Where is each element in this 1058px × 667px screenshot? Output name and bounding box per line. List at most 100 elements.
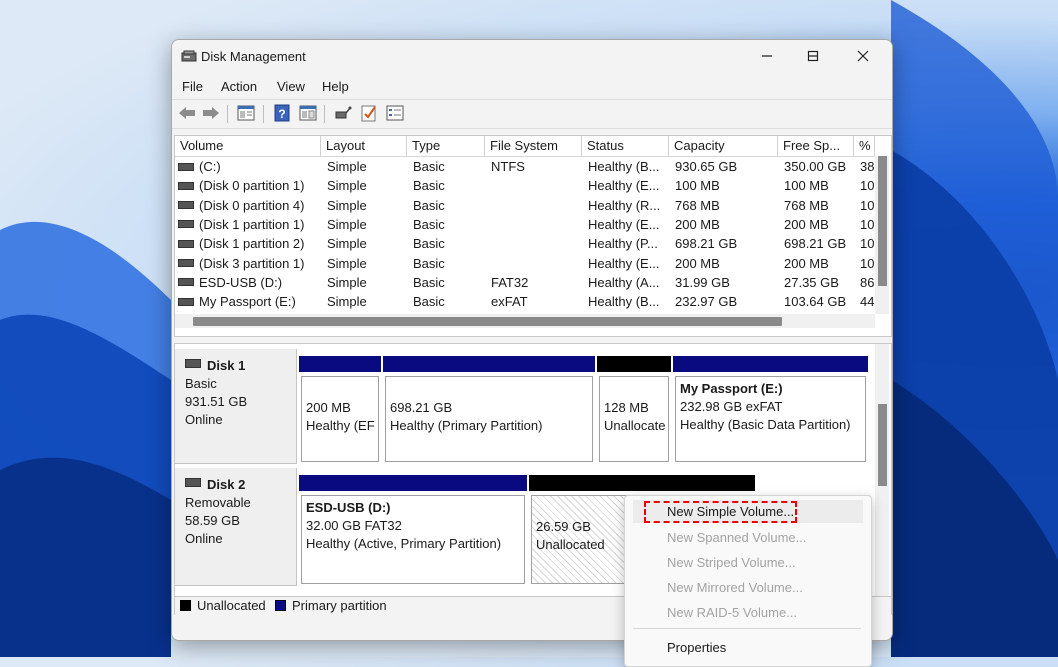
volume-row[interactable]: (Disk 1 partition 2) Simple Basic Healthy (… bbox=[175, 234, 875, 253]
cell-layout: Simple bbox=[327, 255, 367, 271]
menu-file[interactable]: File bbox=[182, 79, 203, 94]
disk-name: Disk 1 bbox=[207, 358, 246, 373]
properties-button[interactable] bbox=[298, 104, 318, 122]
volume-list-vertical-scrollbar[interactable] bbox=[875, 156, 889, 314]
volume-icon bbox=[178, 239, 194, 248]
volume-row[interactable]: (Disk 3 partition 1) Simple Basic Healthy (… bbox=[175, 254, 875, 273]
cell-volume: (Disk 1 partition 2) bbox=[175, 234, 321, 253]
cell-type: Basic bbox=[413, 197, 445, 213]
connect-button[interactable] bbox=[333, 104, 353, 122]
menu-new-striped-volume[interactable]: New Striped Volume... bbox=[633, 551, 863, 574]
volume-list: Volume Layout Type File System Status Ca… bbox=[174, 135, 892, 337]
cell-capacity: 31.99 GB bbox=[675, 274, 730, 290]
minimize-button-alt[interactable] bbox=[744, 40, 790, 72]
cell-free: 103.64 GB bbox=[784, 294, 847, 310]
cell-fs bbox=[488, 196, 583, 215]
volume-row[interactable]: (Disk 1 partition 1) Simple Basic Healthy (… bbox=[175, 215, 875, 234]
cell-free: 100 MB bbox=[784, 178, 829, 194]
volume-name: ESD-USB (D:) bbox=[199, 274, 283, 290]
cell-volume: (Disk 0 partition 1) bbox=[175, 176, 321, 195]
scrollbar-thumb[interactable] bbox=[193, 317, 782, 326]
volume-row[interactable]: (C:) Simple Basic NTFS Healthy (B... 930.65 G… bbox=[175, 157, 875, 176]
legend-swatch-primary bbox=[275, 600, 286, 611]
volume-name: My Passport (E:) bbox=[199, 294, 296, 310]
column-header-volume[interactable]: Volume bbox=[175, 136, 321, 156]
settings-list-button[interactable] bbox=[385, 104, 405, 122]
back-button[interactable] bbox=[177, 104, 197, 122]
cell-pct: 10 bbox=[860, 255, 875, 271]
volume-row[interactable]: ESD-USB (D:) Simple Basic FAT32 Healthy (A..… bbox=[175, 273, 875, 292]
cell-capacity: 100 MB bbox=[675, 178, 720, 194]
column-header-capacity[interactable]: Capacity bbox=[669, 136, 778, 156]
column-header-layout[interactable]: Layout bbox=[321, 136, 407, 156]
partition-bar bbox=[529, 475, 755, 491]
forward-button[interactable] bbox=[201, 104, 221, 122]
volume-name: (Disk 0 partition 1) bbox=[199, 178, 305, 194]
scrollbar-thumb[interactable] bbox=[878, 156, 887, 286]
volume-row[interactable]: (Disk 0 partition 1) Simple Basic Healthy (… bbox=[175, 176, 875, 195]
cell-layout: Simple bbox=[327, 197, 367, 213]
disk-2-partition-esd-usb[interactable]: ESD-USB (D:) 32.00 GB FAT32 Healthy (Act… bbox=[299, 475, 527, 586]
cell-volume: ESD-USB (D:) bbox=[175, 273, 321, 292]
cell-volume: (Disk 1 partition 1) bbox=[175, 215, 321, 234]
disk-list-icon bbox=[237, 105, 255, 121]
menu-properties[interactable]: Properties bbox=[633, 636, 863, 659]
partition-size: 200 MB bbox=[306, 400, 351, 415]
menu-new-mirrored-volume[interactable]: New Mirrored Volume... bbox=[633, 576, 863, 599]
partition-status: Healthy (Primary Partition) bbox=[390, 418, 543, 433]
cell-layout: Simple bbox=[327, 159, 367, 174]
cell-volume: (Disk 3 partition 1) bbox=[175, 254, 321, 273]
disk-1-partition-2[interactable]: 698.21 GB Healthy (Primary Partition) bbox=[383, 356, 595, 464]
disk-1-unallocated[interactable]: 128 MB Unallocate bbox=[597, 356, 671, 464]
cell-fs bbox=[488, 254, 583, 273]
column-header-percent-free[interactable]: % bbox=[854, 136, 875, 156]
close-icon bbox=[857, 50, 869, 62]
disk-icon bbox=[185, 478, 201, 488]
column-header-file-system[interactable]: File System bbox=[485, 136, 582, 156]
disk-1-partition-1[interactable]: 200 MB Healthy (EF bbox=[299, 356, 381, 464]
volume-name: (Disk 1 partition 2) bbox=[199, 236, 305, 252]
partition-size: 32.00 GB FAT32 bbox=[306, 518, 402, 533]
cell-status: Healthy (A... bbox=[588, 274, 660, 290]
maximize-button[interactable] bbox=[790, 40, 836, 72]
disk-1-info[interactable]: Disk 1 Basic 931.51 GB Online bbox=[175, 349, 297, 464]
cell-pct: 10 bbox=[860, 178, 875, 194]
menu-help[interactable]: Help bbox=[322, 79, 349, 94]
volume-row[interactable]: My Passport (E:) Simple Basic exFAT Healthy … bbox=[175, 292, 875, 311]
column-header-free-space[interactable]: Free Sp... bbox=[778, 136, 854, 156]
close-button[interactable] bbox=[840, 40, 886, 72]
disk-2-info[interactable]: Disk 2 Removable 58.59 GB Online bbox=[175, 468, 297, 586]
disk-view-vertical-scrollbar[interactable] bbox=[875, 344, 889, 596]
cell-type: Basic bbox=[413, 236, 445, 252]
column-header-type[interactable]: Type bbox=[407, 136, 485, 156]
volume-icon bbox=[178, 181, 194, 190]
cell-pct: 44 bbox=[860, 294, 875, 310]
column-header-status[interactable]: Status bbox=[582, 136, 669, 156]
volume-name: (Disk 1 partition 1) bbox=[199, 216, 305, 232]
menu-view[interactable]: View bbox=[277, 79, 305, 94]
disk-name: Disk 2 bbox=[207, 477, 246, 492]
volume-icon bbox=[178, 201, 194, 210]
volume-row[interactable]: (Disk 0 partition 4) Simple Basic Healthy (… bbox=[175, 196, 875, 215]
cell-fs bbox=[488, 215, 583, 234]
toolbar-separator bbox=[263, 105, 264, 123]
partition-title: ESD-USB (D:) bbox=[306, 500, 391, 515]
cell-type: Basic bbox=[413, 159, 445, 174]
menu-action[interactable]: Action bbox=[221, 79, 257, 94]
help-button[interactable]: ? bbox=[272, 104, 292, 122]
disk-1-partition-my-passport[interactable]: My Passport (E:) 232.98 GB exFAT Healthy… bbox=[673, 356, 868, 464]
disk-size: 58.59 GB bbox=[185, 513, 240, 528]
check-button[interactable] bbox=[359, 104, 379, 122]
cell-type: Basic bbox=[413, 274, 445, 290]
disk-icon bbox=[185, 359, 201, 369]
cell-capacity: 930.65 GB bbox=[675, 159, 738, 174]
menu-new-spanned-volume[interactable]: New Spanned Volume... bbox=[633, 526, 863, 549]
menu-new-raid5-volume[interactable]: New RAID-5 Volume... bbox=[633, 601, 863, 624]
disk-list-button[interactable] bbox=[236, 104, 256, 122]
cell-volume: My Passport (E:) bbox=[175, 292, 321, 311]
back-arrow-icon bbox=[179, 107, 195, 119]
volume-list-horizontal-scrollbar[interactable] bbox=[175, 314, 875, 328]
settings-list-icon bbox=[386, 105, 404, 121]
scrollbar-thumb[interactable] bbox=[878, 404, 887, 486]
partition-bar bbox=[383, 356, 595, 372]
